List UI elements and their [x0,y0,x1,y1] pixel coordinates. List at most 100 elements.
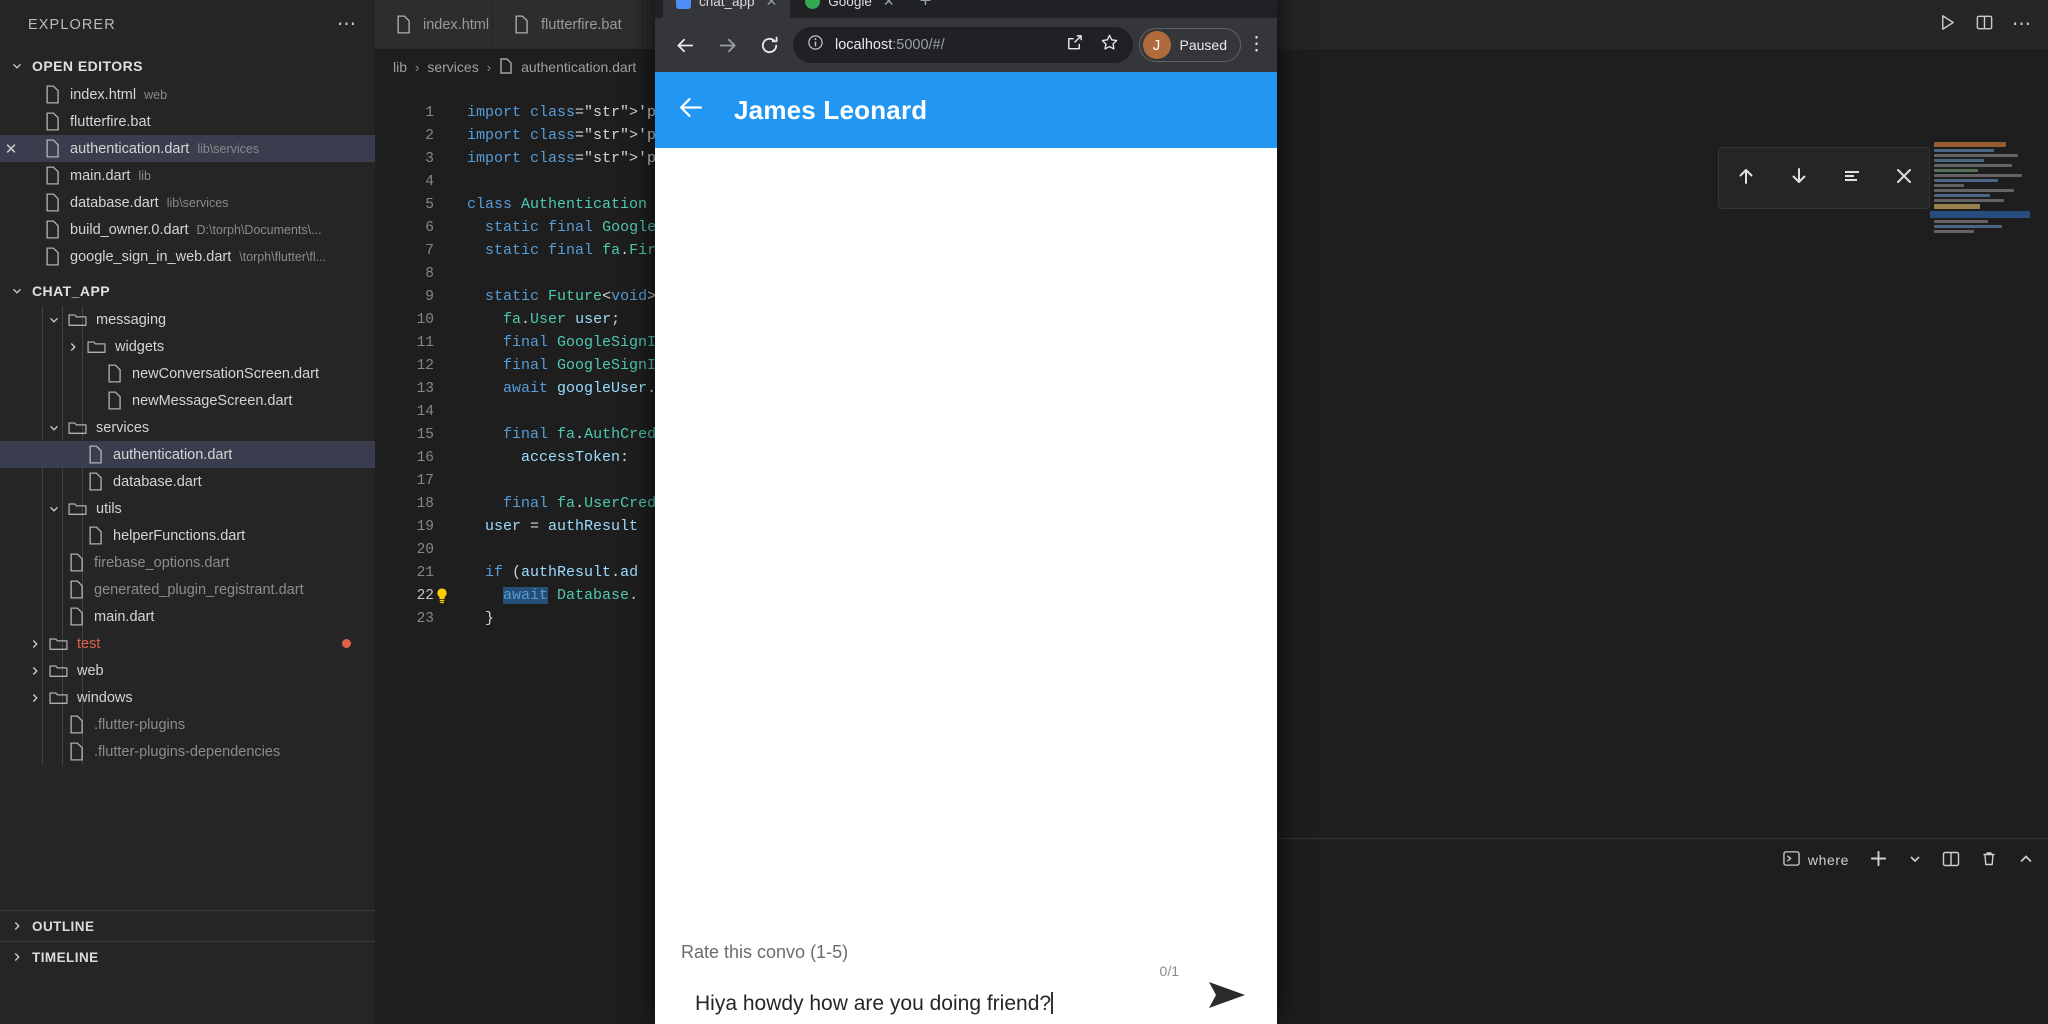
close-icon[interactable] [1894,166,1914,191]
tree-file-row[interactable]: helperFunctions.dart [0,522,375,549]
file-icon [44,112,61,131]
line-number: 3 [425,150,434,167]
file-icon [499,57,513,77]
address-bar[interactable]: localhost:5000/#/ [793,27,1133,63]
tree-file-row[interactable]: generated_plugin_registrant.dart [0,576,375,603]
open-editor-name: build_owner.0.dart [70,221,189,238]
tree-folder-row[interactable]: services [0,414,375,441]
chevron-right-icon[interactable] [29,665,43,677]
open-editor-name: main.dart [70,167,131,184]
breadcrumb-item-services[interactable]: services [427,59,478,75]
send-button[interactable] [1205,979,1251,1016]
tree-folder-row[interactable]: widgets [0,333,375,360]
reload-icon[interactable] [751,27,787,63]
chevron-right-icon[interactable] [67,341,81,353]
new-tab-button[interactable]: + [910,0,942,18]
code-text: final fa.UserCrede [503,495,666,512]
code-text: await googleUser. [503,380,657,397]
editor-tab[interactable]: index.html [375,0,493,49]
tree-folder-row[interactable]: utils [0,495,375,522]
breadcrumb-item-lib[interactable]: lib [393,59,407,75]
browser-tab-google[interactable]: Google ✕ [792,0,907,18]
split-editor-icon[interactable] [1975,13,1994,37]
file-icon [68,580,85,599]
file-icon [44,193,61,212]
chevron-down-icon[interactable] [48,422,62,434]
section-chat-app[interactable]: CHAT_APP [0,275,375,306]
folder-icon [68,500,87,517]
open-editor-item[interactable]: google_sign_in_web.dart \torph\flutter\fl… [0,243,375,270]
tree-file-row[interactable]: main.dart [0,603,375,630]
tree-folder-row[interactable]: web [0,657,375,684]
line-number: 2 [425,127,434,144]
chevron-down-icon[interactable] [1908,852,1922,869]
tree-file-row[interactable]: .flutter-plugins [0,711,375,738]
terminal-selector[interactable]: where [1783,850,1849,870]
open-editor-item[interactable]: build_owner.0.dart D:\torph\Documents\... [0,216,375,243]
editor-find-actions [1718,147,1930,209]
chevron-right-icon[interactable] [29,638,43,650]
close-icon[interactable]: ✕ [883,0,895,10]
terminal-icon [1783,850,1800,870]
close-icon[interactable]: ✕ [0,140,22,158]
breadcrumb-item-file[interactable]: authentication.dart [521,59,636,75]
message-list[interactable] [655,148,1277,932]
info-circle-icon[interactable] [807,34,824,56]
chevron-down-icon[interactable] [48,503,62,515]
open-editor-path: lib\services [166,195,229,210]
chevron-down-icon[interactable] [48,314,62,326]
star-icon[interactable] [1100,33,1119,57]
run-play-icon[interactable] [1938,13,1957,37]
file-icon [44,247,61,266]
arrow-left-icon[interactable] [667,27,703,63]
ellipsis-icon[interactable]: ⋯ [2012,15,2032,34]
ellipsis-icon[interactable]: ⋯ [337,15,357,34]
file-icon [513,15,530,34]
terminal-name-label: where [1807,852,1849,868]
trash-icon[interactable] [1980,850,1998,871]
file-icon [87,445,104,464]
tree-file-row[interactable]: database.dart [0,468,375,495]
arrow-back-icon[interactable] [677,93,706,127]
tree-folder-row[interactable]: windows [0,684,375,711]
arrow-down-icon[interactable] [1788,165,1810,192]
close-icon[interactable]: ✕ [766,0,778,10]
open-editor-item[interactable]: index.html web [0,81,375,108]
plus-icon[interactable] [1869,849,1888,871]
split-panel-icon[interactable] [1942,850,1960,871]
arrow-up-icon[interactable] [1735,165,1757,192]
minimap[interactable] [1930,140,2042,685]
tree-file-row[interactable]: newConversationScreen.dart [0,360,375,387]
file-icon [87,526,104,545]
tree-folder-row[interactable]: test [0,630,375,657]
chevron-right-icon[interactable] [29,692,43,704]
chevron-up-icon[interactable] [2018,851,2034,870]
tree-file-row[interactable]: .flutter-plugins-dependencies [0,738,375,765]
browser-tab-chat-app[interactable]: chat_app ✕ [663,0,791,18]
tree-folder-row[interactable]: messaging [0,306,375,333]
code-text: static final Google [485,219,657,236]
list-selection-icon[interactable] [1841,165,1863,192]
lightbulb-icon[interactable] [433,587,451,605]
tree-file-row[interactable]: firebase_options.dart [0,549,375,576]
arrow-right-icon[interactable] [709,27,745,63]
tree-item-label: messaging [96,311,167,328]
tree-file-row[interactable]: newMessageScreen.dart [0,387,375,414]
tree-file-row[interactable]: authentication.dart [0,441,375,468]
section-outline[interactable]: OUTLINE [0,910,375,941]
share-icon[interactable] [1065,33,1084,57]
open-editor-item[interactable]: main.dart lib [0,162,375,189]
folder-icon [49,662,68,679]
open-editor-item[interactable]: flutterfire.bat [0,108,375,135]
chevron-right-icon [11,920,25,932]
open-editor-item[interactable]: ✕ authentication.dart lib\services [0,135,375,162]
profile-paused-pill[interactable]: J Paused [1138,28,1241,62]
section-timeline[interactable]: TIMELINE [0,941,375,972]
line-number: 9 [425,288,434,305]
open-editor-item[interactable]: database.dart lib\services [0,189,375,216]
panel-actions: where [1783,849,2048,871]
editor-tab[interactable]: flutterfire.bat [493,0,643,49]
message-input[interactable]: Hiya howdy how are you doing friend? [681,992,1191,1016]
kebab-menu-icon[interactable]: ⋮ [1247,35,1266,54]
section-open-editors[interactable]: OPEN EDITORS [0,50,375,81]
